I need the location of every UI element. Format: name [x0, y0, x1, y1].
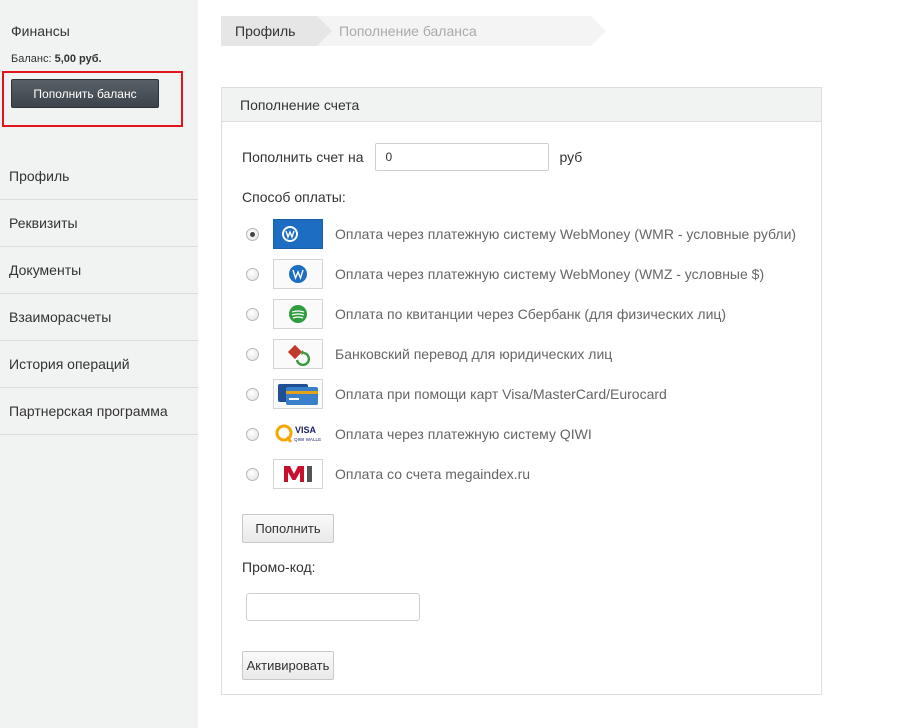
svg-text:VISA: VISA [295, 425, 317, 435]
balance-label: Баланс: [11, 53, 52, 65]
payment-methods: Оплата через платежную систему WebMoney … [242, 214, 796, 494]
sidebar-item-profile[interactable]: Профиль [0, 153, 198, 200]
radio-qiwi[interactable] [246, 427, 259, 441]
method-label: Оплата со счета megaindex.ru [335, 466, 531, 482]
payment-method-wmz[interactable]: Оплата через платежную систему WebMoney … [242, 254, 796, 294]
finance-title: Финансы [11, 23, 70, 39]
radio-bank-transfer[interactable] [246, 347, 259, 361]
payment-method-qiwi[interactable]: VISA QIWI WALLET Оплата через платежную … [242, 414, 796, 454]
amount-input[interactable] [374, 143, 549, 171]
payment-method-wmr[interactable]: Оплата через платежную систему WebMoney … [242, 214, 796, 254]
payment-method-bank-transfer[interactable]: Банковский перевод для юридических лиц [242, 334, 796, 374]
method-label: Оплата через платежную систему QIWI [335, 426, 592, 442]
promo-code-input[interactable] [246, 593, 420, 621]
radio-wmz[interactable] [246, 267, 259, 281]
activate-button[interactable]: Активировать [242, 651, 334, 680]
topup-balance-button[interactable]: Пополнить баланс [11, 79, 159, 108]
payment-method-title: Способ оплаты: [242, 189, 346, 205]
method-label: Банковский перевод для юридических лиц [335, 346, 613, 362]
qiwi-icon: VISA QIWI WALLET [273, 419, 323, 449]
sidebar-menu: Профиль Реквизиты Документы Взаиморасчет… [0, 153, 198, 435]
breadcrumb-profile[interactable]: Профиль [221, 16, 332, 46]
method-label: Оплата по квитанции через Сбербанк (для … [335, 306, 727, 322]
sidebar-item-partner[interactable]: Партнерская программа [0, 388, 198, 435]
breadcrumb: Профиль Пополнение баланса [221, 16, 606, 46]
webmoney-icon [273, 259, 323, 289]
webmoney-icon [273, 219, 323, 249]
radio-sberbank[interactable] [246, 307, 259, 321]
radio-cards[interactable] [246, 387, 259, 401]
balance-value: 5,00 руб. [54, 53, 102, 65]
svg-text:QIWI WALLET: QIWI WALLET [294, 437, 321, 442]
sidebar: Финансы Баланс: 5,00 руб. Пополнить бала… [0, 0, 198, 728]
payment-method-cards[interactable]: Оплата при помощи карт Visa/MasterCard/E… [242, 374, 796, 414]
radio-megaindex[interactable] [246, 467, 259, 481]
sidebar-item-documents[interactable]: Документы [0, 247, 198, 294]
method-label: Оплата при помощи карт Visa/MasterCard/E… [335, 386, 667, 402]
panel-title: Пополнение счета [222, 88, 821, 122]
sidebar-item-settlements[interactable]: Взаиморасчеты [0, 294, 198, 341]
bank-transfer-icon [273, 339, 323, 369]
currency-label: руб [559, 149, 583, 165]
breadcrumb-topup: Пополнение баланса [317, 16, 606, 46]
sidebar-item-requisites[interactable]: Реквизиты [0, 200, 198, 247]
credit-card-icon [273, 379, 323, 409]
sidebar-item-history[interactable]: История операций [0, 341, 198, 388]
amount-row: Пополнить счет на руб [242, 143, 582, 171]
radio-wmr[interactable] [246, 227, 259, 241]
megaindex-icon [273, 459, 323, 489]
payment-method-megaindex[interactable]: Оплата со счета megaindex.ru [242, 454, 796, 494]
pay-button[interactable]: Пополнить [242, 514, 334, 543]
balance-display: Баланс: 5,00 руб. [11, 53, 102, 65]
sberbank-icon [273, 299, 323, 329]
method-label: Оплата через платежную систему WebMoney … [335, 266, 765, 282]
amount-label: Пополнить счет на [242, 149, 364, 165]
promo-code-label: Промо-код: [242, 559, 316, 575]
method-label: Оплата через платежную систему WebMoney … [335, 226, 797, 242]
topup-panel: Пополнение счета Пополнить счет на руб С… [221, 87, 822, 695]
payment-method-sberbank[interactable]: Оплата по квитанции через Сбербанк (для … [242, 294, 796, 334]
